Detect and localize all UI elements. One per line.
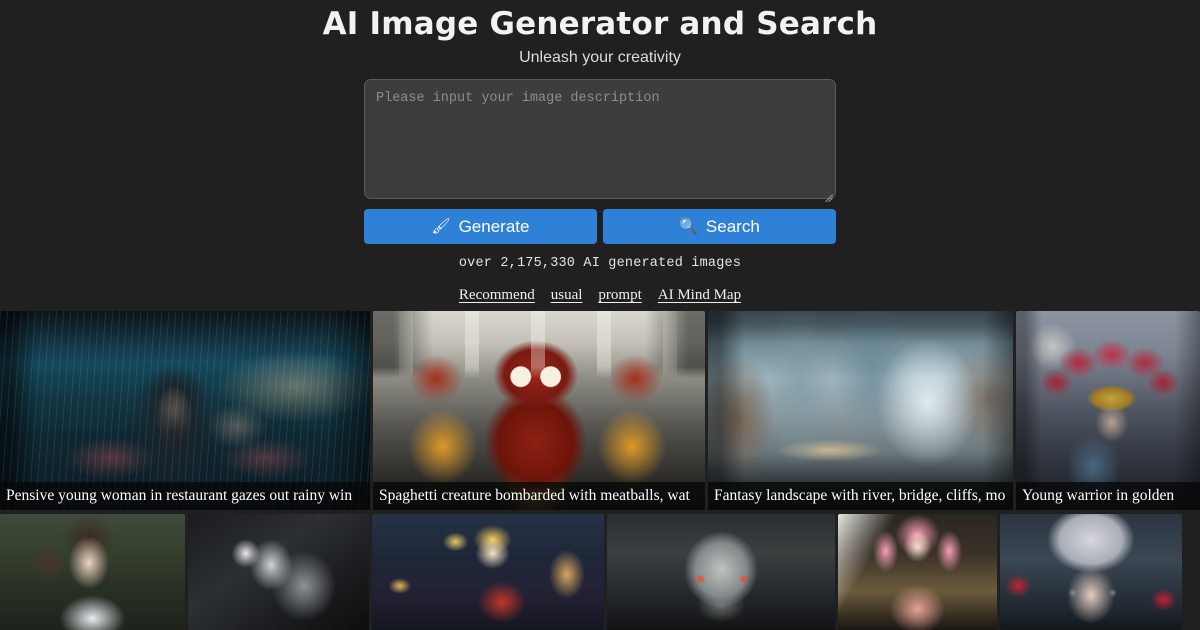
paintbrush-icon: 🖌 xyxy=(431,218,451,236)
gallery-tile[interactable] xyxy=(188,514,369,630)
nav-link-prompt[interactable]: prompt xyxy=(598,287,641,304)
gallery-caption: Fantasy landscape with river, bridge, cl… xyxy=(708,482,1013,510)
gallery-row-2 xyxy=(0,514,1200,630)
gallery-tile[interactable] xyxy=(838,514,997,630)
page-title: AI Image Generator and Search xyxy=(322,6,878,42)
hero-section: AI Image Generator and Search Unleash yo… xyxy=(0,0,1200,304)
gallery-tile[interactable]: Young warrior in golden xyxy=(1016,311,1200,510)
action-buttons: 🖌 Generate 🔍 Search xyxy=(364,209,836,245)
page-root: AI Image Generator and Search Unleash yo… xyxy=(0,0,1200,630)
generate-button-label: Generate xyxy=(458,217,530,237)
image-count-stat: over 2,175,330 AI generated images xyxy=(458,256,742,272)
gallery-row-1: Pensive young woman in restaurant gazes … xyxy=(0,311,1200,510)
prompt-container xyxy=(364,79,836,203)
gallery-tile[interactable] xyxy=(1000,514,1182,630)
gallery-image xyxy=(0,514,185,630)
image-gallery: Pensive young woman in restaurant gazes … xyxy=(0,311,1200,630)
gallery-image xyxy=(708,311,1013,510)
generate-button[interactable]: 🖌 Generate xyxy=(364,209,597,245)
search-button[interactable]: 🔍 Search xyxy=(603,209,836,245)
gallery-tile[interactable] xyxy=(0,514,185,630)
gallery-image xyxy=(607,514,835,630)
nav-link-recommend[interactable]: Recommend xyxy=(459,287,535,304)
gallery-tile[interactable]: Pensive young woman in restaurant gazes … xyxy=(0,311,370,510)
page-tagline: Unleash your creativity xyxy=(519,49,681,67)
gallery-caption: Pensive young woman in restaurant gazes … xyxy=(0,482,370,510)
gallery-image xyxy=(1016,311,1200,510)
gallery-image xyxy=(372,514,604,630)
nav-link-ai-mind-map[interactable]: AI Mind Map xyxy=(658,287,741,304)
prompt-input[interactable] xyxy=(364,79,836,200)
gallery-image xyxy=(373,311,705,510)
gallery-image xyxy=(0,311,370,510)
gallery-image xyxy=(188,514,369,630)
nav-link-usual[interactable]: usual xyxy=(551,287,583,304)
gallery-tile[interactable]: Fantasy landscape with river, bridge, cl… xyxy=(708,311,1013,510)
gallery-image xyxy=(1000,514,1182,630)
gallery-tile[interactable] xyxy=(372,514,604,630)
gallery-image xyxy=(838,514,997,630)
gallery-tile[interactable]: Spaghetti creature bombarded with meatba… xyxy=(373,311,705,510)
search-button-label: Search xyxy=(705,217,760,237)
gallery-caption: Spaghetti creature bombarded with meatba… xyxy=(373,482,705,510)
nav-links: Recommend usual prompt AI Mind Map xyxy=(0,287,1200,304)
gallery-tile[interactable] xyxy=(607,514,835,630)
magnifier-icon: 🔍 xyxy=(679,218,698,236)
gallery-caption: Young warrior in golden xyxy=(1016,482,1200,510)
